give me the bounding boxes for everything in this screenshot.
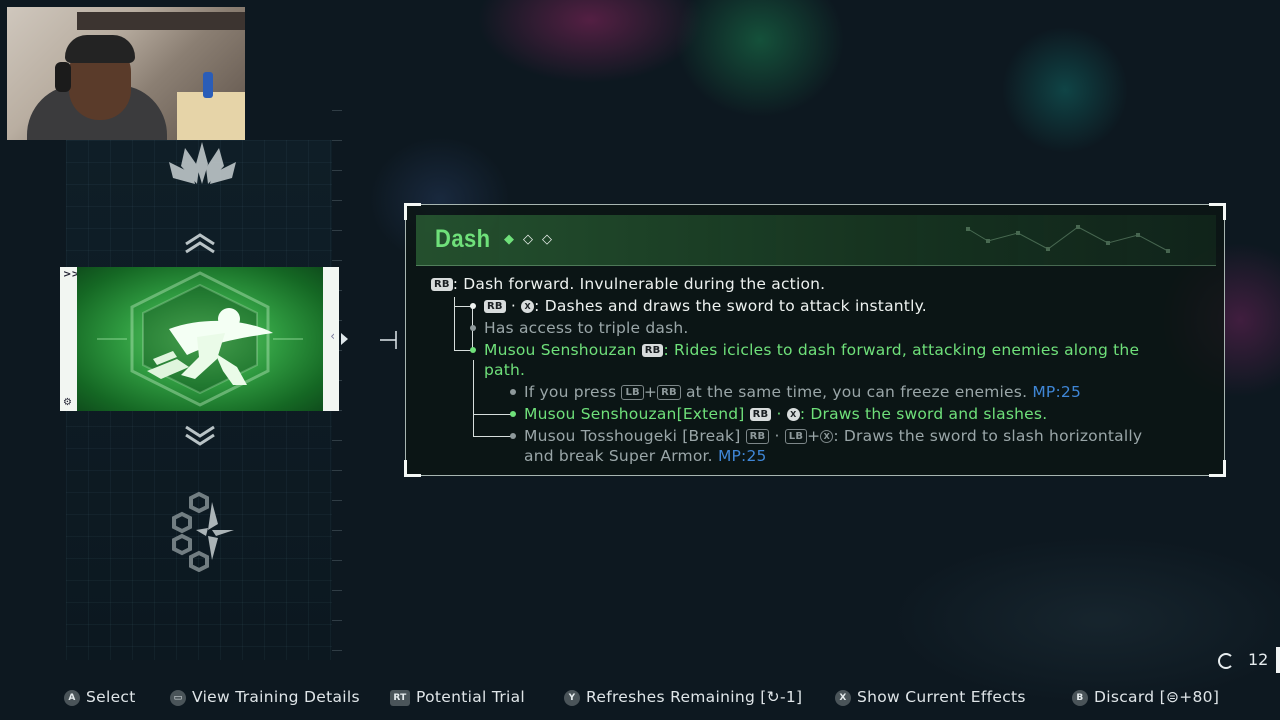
desc-line-break-cont: and break Super Armor. MP:25 [524,447,767,465]
panel-header: Dash ◆◇◇ [416,215,1216,266]
skill-title: Dash [435,225,491,253]
rb-button-icon: RB [431,278,453,291]
desc-line-dash-attack: RB · X: Dashes and draws the sword to at… [484,297,927,315]
bullet [470,325,476,331]
mp-cost: MP:25 [1032,383,1082,401]
desc-line-main: RB: Dash forward. Invulnerable during th… [431,275,825,293]
selected-skill-card[interactable]: >>> ⚙ ‹ [60,267,339,411]
x-button-icon: X [521,300,535,313]
card-left-strip: >>> ⚙ [60,267,88,411]
rb-button-icon: RB [745,429,770,444]
lb-button-icon: LB [621,385,644,400]
bullet [510,389,516,395]
desc-line-triple-dash: Has access to triple dash. [484,319,689,337]
mp-cost: MP:25 [717,447,767,465]
card-side-label: ‹ [330,329,335,343]
tree-line [473,360,474,436]
potential-trial-prompt[interactable]: RT Potential Trial [390,688,525,706]
bullet [470,303,476,309]
dash-skill-icon [77,267,323,411]
refresh-count: 12 [1248,650,1269,669]
discard-prompt[interactable]: B Discard [⊜+80] [1072,688,1219,706]
chevron-down-icon[interactable] [182,424,218,446]
b-button-icon: B [1072,690,1088,706]
button-prompt-bar: A Select ▭ View Training Details RT Potenti… [0,688,1280,714]
desc-line-freeze: If you press LB + RB at the same time, you… [524,383,1082,401]
x-button-icon: X [786,408,800,421]
rb-button-icon: RB [484,300,506,313]
card-pointer-arrow [341,333,348,345]
rb-button-icon: RB [749,408,772,421]
lb-button-icon: LB [784,429,808,444]
view-training-details-prompt[interactable]: ▭ View Training Details [170,688,360,706]
circuit-pattern [966,225,1170,253]
connector-mark [380,331,397,349]
show-current-effects-prompt[interactable]: X Show Current Effects [835,688,1026,706]
bullet [510,411,516,417]
x-button-icon: X [820,430,834,443]
tree-line [473,436,511,437]
select-prompt[interactable]: A Select [64,688,136,706]
refresh-icon [1218,653,1234,669]
flower-emblem-icon [172,491,234,572]
y-button-icon: Y [564,690,580,706]
rb-button-icon: RB [641,344,664,357]
tree-line [473,414,511,415]
refresh-counter: 12 [1218,647,1280,673]
rt-button-icon: RT [390,690,410,706]
x-button-icon: X [835,690,851,706]
desc-line-senshouzan-cont: path. [484,361,526,379]
lotus-emblem-icon [169,142,236,184]
tree-line [454,297,455,350]
desc-line-senshouzan: Musou Senshouzan RB: Rides icicles to da… [484,341,1140,359]
webcam-overlay [7,7,245,140]
bullet [470,347,476,353]
refreshes-remaining-prompt[interactable]: Y Refreshes Remaining [↻-1] [564,688,802,706]
bullet [510,433,516,439]
chevron-up-icon[interactable] [182,232,218,254]
skill-description-panel: Dash ◆◇◇ RB: Dash forward. Invulnerable … [404,203,1226,477]
card-right-strip: ‹ [323,267,339,411]
desc-line-break: Musou Tosshougeki [Break] RB · LB + X: Dra… [524,427,1143,445]
view-button-icon: ▭ [170,690,186,706]
card-bottom-icon: ⚙ [63,397,72,408]
a-button-icon: A [64,690,80,706]
desc-line-extend: Musou Senshouzan[Extend] RB · X: Draws t… [524,405,1048,423]
skill-rank: ◆◇◇ [504,232,561,247]
rb-button-icon: RB [657,385,681,400]
